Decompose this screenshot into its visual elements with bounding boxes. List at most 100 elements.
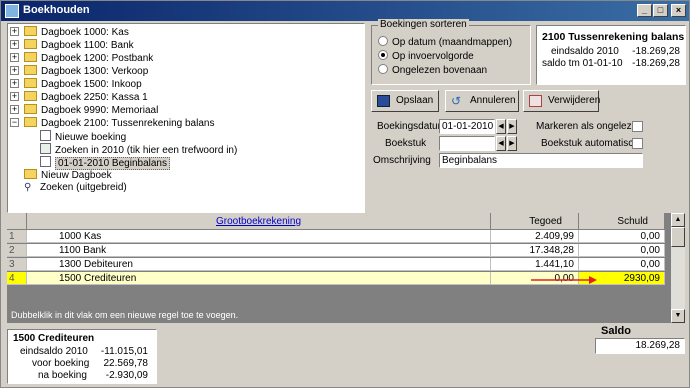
expand-icon[interactable]: + [10,66,19,75]
delete-icon [529,95,542,107]
expand-icon[interactable]: + [10,105,19,114]
app-icon [5,4,19,18]
sort-option-date[interactable]: Op datum (maandmappen) [378,36,512,48]
row-number-header [7,213,27,230]
tree-item-zoeken-uitgebreid[interactable]: ⚲ Zoeken (uitgebreid) [24,182,127,194]
info-title: 1500 Crediteuren [13,333,95,344]
balance-label: saldo tm 01-01-10 [542,58,623,69]
column-header-credit[interactable]: Tegoed [491,213,579,230]
column-header-account[interactable]: Grootboekrekening [27,213,491,230]
tree-item-inkoop[interactable]: + Dagboek 1500: Inkoop [10,78,142,90]
scroll-thumb[interactable] [671,227,685,247]
info-label: na boeking [38,370,87,381]
folder-icon [24,52,37,62]
account-balance-panel: 2100 Tussenrekening balans eindsaldo 201… [536,25,686,85]
info-value: -11.015,01 [100,346,148,357]
close-button[interactable]: × [671,4,686,17]
scroll-up-button[interactable]: ▲ [671,213,685,227]
tree-item-nieuw-dagboek[interactable]: Nieuw Dagboek [24,169,112,181]
expand-icon[interactable]: + [10,79,19,88]
auto-doc-checkbox[interactable] [632,138,643,149]
window-title: Boekhouden [23,4,90,16]
search-doc-icon [40,143,51,154]
account-cell[interactable]: 1000 Kas [27,230,491,243]
tree-item-tussenrekening[interactable]: − Dagboek 2100: Tussenrekening balans [10,117,214,129]
cancel-button[interactable]: ↺ Annuleren [445,90,519,112]
account-cell[interactable]: 1100 Bank [27,244,491,257]
debit-cell[interactable]: 0,00 [579,258,665,271]
maximize-button[interactable]: □ [653,4,668,17]
row-number: 4 [7,272,27,285]
folder-icon [24,39,37,49]
tree-item-memoriaal[interactable]: + Dagboek 9990: Memoriaal [10,104,158,116]
save-button[interactable]: Opslaan [371,90,439,112]
search-icon: ⚲ [24,182,32,193]
tree-item-kassa[interactable]: + Dagboek 2250: Kassa 1 [10,91,148,103]
sort-option-input-order[interactable]: Op invoervolgorde [378,50,474,62]
debit-cell[interactable]: 0,00 [579,230,665,243]
description-label: Omschrijving [373,155,431,166]
tree-item-bank[interactable]: + Dagboek 1100: Bank [10,39,134,51]
balance-label: eindsaldo 2010 [551,46,619,57]
folder-icon [24,65,37,75]
doc-next-button[interactable]: ▶ [507,136,517,151]
expand-icon[interactable]: + [10,27,19,36]
tree-item-nieuwe-boeking[interactable]: Nieuwe boeking [40,130,126,143]
minimize-button[interactable]: _ [637,4,652,17]
doc-prev-button[interactable]: ◀ [496,136,506,151]
tree-item-kas[interactable]: + Dagboek 1000: Kas [10,26,129,38]
title-bar[interactable]: Boekhouden _ □ × [1,1,689,21]
account-cell[interactable]: 1500 Crediteuren [27,272,491,285]
document-icon [40,156,51,167]
sort-option-unread-top[interactable]: Ongelezen bovenaan [378,64,487,76]
saldo-group: Saldo 18.269,28 [595,325,685,357]
add-row-hint: Dubbelklik in dit vlak om een nieuwe reg… [11,310,239,320]
account-info-panel: 1500 Crediteuren eindsaldo 2010 -11.015,… [7,329,157,384]
doc-label: Boekstuk [385,138,427,149]
credit-cell[interactable]: 2.409,99 [491,230,579,243]
balance-value: -18.269,28 [632,46,680,57]
date-next-button[interactable]: ▶ [507,119,517,134]
saldo-value: 18.269,28 [595,338,685,354]
description-field[interactable]: Beginbalans [439,153,643,168]
mark-unread-label: Markeren als ongelezen [536,121,643,132]
arrow-annotation [531,276,597,284]
balance-value: -18.269,28 [632,58,680,69]
doc-field[interactable] [439,136,495,151]
folder-icon [24,169,37,179]
date-field[interactable]: 01-01-2010 [439,119,495,134]
radio-checked-icon [378,50,388,60]
tree-item-zoeken-2010[interactable]: Zoeken in 2010 (tik hier een trefwoord i… [40,143,237,156]
debit-cell[interactable]: 0,00 [579,244,665,257]
sort-legend: Boekingen sorteren [378,19,469,30]
tree-item-verkoop[interactable]: + Dagboek 1300: Verkoop [10,65,148,77]
delete-button[interactable]: Verwijderen [523,90,600,112]
folder-icon [24,91,37,101]
tree-item-postbank[interactable]: + Dagboek 1200: Postbank [10,52,153,64]
main-window: Boekhouden _ □ × + Dagboek 1000: Kas + D… [0,0,690,388]
entries-grid[interactable]: Grootboekrekening Tegoed Schuld 1 1000 K… [7,213,671,323]
credit-cell[interactable]: 17.348,28 [491,244,579,257]
date-prev-button[interactable]: ◀ [496,119,506,134]
account-cell[interactable]: 1300 Debiteuren [27,258,491,271]
journal-tree[interactable]: + Dagboek 1000: Kas + Dagboek 1100: Bank… [7,23,365,213]
expand-icon[interactable]: + [10,53,19,62]
grid-scrollbar[interactable]: ▲ ▼ [671,213,685,323]
tree-item-beginbalans[interactable]: 01-01-2010 Beginbalans [40,156,170,170]
folder-icon [24,78,37,88]
mark-unread-checkbox[interactable] [632,121,643,132]
info-value: -2.930,09 [105,370,148,381]
radio-icon [378,64,388,74]
saldo-label: Saldo [601,325,631,337]
column-header-debit[interactable]: Schuld [579,213,665,230]
collapse-icon[interactable]: − [10,118,19,127]
info-value: 22.569,78 [103,358,149,369]
radio-icon [378,36,388,46]
expand-icon[interactable]: + [10,92,19,101]
scroll-down-button[interactable]: ▼ [671,309,685,323]
expand-icon[interactable]: + [10,40,19,49]
row-number: 3 [7,258,27,271]
credit-cell[interactable]: 1.441,10 [491,258,579,271]
auto-doc-label: Boekstuk automatisch [541,138,639,149]
folder-icon [24,104,37,114]
